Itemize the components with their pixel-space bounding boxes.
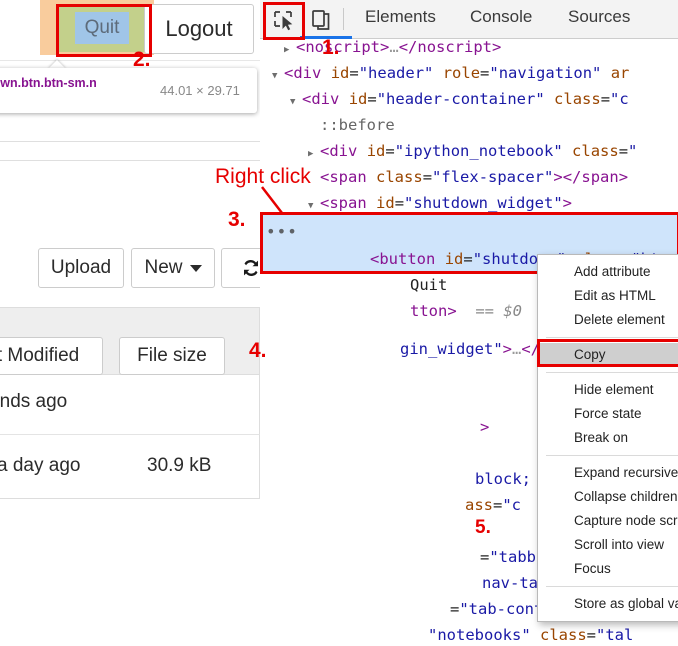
annotation-step-1: 1. <box>322 36 340 59</box>
menu-item-label: Add attribute <box>574 264 651 279</box>
menu-item-scroll-into-view[interactable]: Scroll into view <box>538 533 678 557</box>
refresh-button[interactable] <box>221 248 281 288</box>
annotation-step-3: 3. <box>228 208 246 231</box>
new-label: New <box>144 257 183 278</box>
menu-separator <box>546 455 678 456</box>
menu-item-copy[interactable]: Copy <box>538 343 678 367</box>
tab-elements[interactable]: Elements <box>365 7 436 27</box>
jupyter-notebook-page: Quit Logout n#shutdown.btn.btn-sm.n-btn … <box>0 0 281 646</box>
logout-button[interactable]: Logout <box>144 4 254 54</box>
jupyter-navbar: Quit Logout <box>0 0 260 61</box>
tab-console[interactable]: Console <box>470 7 532 27</box>
menu-item-label: Delete element <box>574 312 665 327</box>
menu-separator <box>546 372 678 373</box>
menu-item-label: Scroll into view <box>574 537 665 552</box>
annotation-step-5: 5. <box>475 517 491 538</box>
file-list-header: ast Modified File size <box>0 307 260 375</box>
annotation-arrow <box>261 186 283 214</box>
toolbar-separator <box>343 8 344 30</box>
menu-item-edit-as-html[interactable]: Edit as HTML <box>538 284 678 308</box>
new-dropdown-button[interactable]: New <box>131 248 215 288</box>
annotation-step-4: 4. <box>249 339 267 362</box>
menu-item-hide-element[interactable]: Hide element <box>538 378 678 402</box>
annotation-step-2: 2. <box>133 48 151 71</box>
menu-separator <box>546 337 678 338</box>
menu-item-label: Capture node screenshot <box>574 513 678 528</box>
menu-item-capture-node-screenshot[interactable]: Capture node screenshot <box>538 509 678 533</box>
tooltip-dimensions: 44.01 × 29.71 <box>160 83 240 98</box>
menu-item-label: Force state <box>574 406 642 421</box>
menu-item-label: Edit as HTML <box>574 288 656 303</box>
dom-line[interactable]: ▼ <div id="header-container" class="c <box>260 86 678 112</box>
menu-item-expand-recursively[interactable]: Expand recursively <box>538 461 678 485</box>
menu-item-force-state[interactable]: Force state <box>538 402 678 426</box>
dom-line[interactable]: <span class="flex-spacer"></span> <box>260 164 678 190</box>
menu-item-store-as-global-variable[interactable]: Store as global variable <box>538 592 678 616</box>
dom-line[interactable]: "notebooks" class="tal <box>260 622 678 646</box>
context-menu[interactable]: Add attribute Edit as HTML Delete element C… <box>537 254 678 622</box>
menu-item-label: Expand recursively <box>574 465 678 480</box>
menu-item-focus[interactable]: Focus <box>538 557 678 581</box>
menu-item-label: Hide element <box>574 382 654 397</box>
table-row[interactable]: g a day ago 30.9 kB <box>0 435 260 499</box>
menu-item-label: Focus <box>574 561 611 576</box>
devtools-panel: Elements Console Sources ▶ <noscript>…</n… <box>260 0 678 646</box>
tab-sources[interactable]: Sources <box>568 7 630 27</box>
column-file-size[interactable]: File size <box>119 337 225 375</box>
menu-item-label: Break on <box>574 430 629 445</box>
upload-button[interactable]: Upload <box>38 248 124 288</box>
tooltip-selector: n#shutdown.btn.btn-sm.n-btn <box>0 75 97 90</box>
menu-item-label: Collapse children <box>574 489 678 504</box>
dom-line[interactable]: ▶ <div id="ipython_notebook" class=" <box>260 138 678 164</box>
element-inspect-tooltip: n#shutdown.btn.btn-sm.n-btn 44.01 × 29.7… <box>0 68 257 113</box>
cell-last-modified: a day ago <box>0 455 81 476</box>
menu-item-add-attribute[interactable]: Add attribute <box>538 260 678 284</box>
dom-line[interactable]: ::before <box>260 112 678 138</box>
divider-line-top <box>0 141 260 142</box>
menu-item-label: Copy <box>574 347 606 362</box>
menu-item-label: Store as global variable <box>574 596 678 611</box>
menu-item-collapse-children[interactable]: Collapse children <box>538 485 678 509</box>
quit-button[interactable]: Quit <box>75 12 129 44</box>
notebook-toolbar: Upload New <box>0 248 281 292</box>
refresh-icon <box>244 259 258 277</box>
cell-last-modified: econds ago <box>0 391 68 412</box>
menu-item-delete-element[interactable]: Delete element <box>538 308 678 332</box>
cell-file-size: 30.9 kB <box>147 455 212 476</box>
column-last-modified[interactable]: ast Modified <box>0 337 103 375</box>
dom-line[interactable]: ▼ <div id="header" role="navigation" ar <box>260 60 678 86</box>
table-row[interactable]: econds ago <box>0 375 260 435</box>
divider-line-second <box>0 160 260 161</box>
menu-separator <box>546 586 678 587</box>
chevron-down-icon <box>189 264 202 272</box>
menu-item-break-on[interactable]: Break on <box>538 426 678 450</box>
